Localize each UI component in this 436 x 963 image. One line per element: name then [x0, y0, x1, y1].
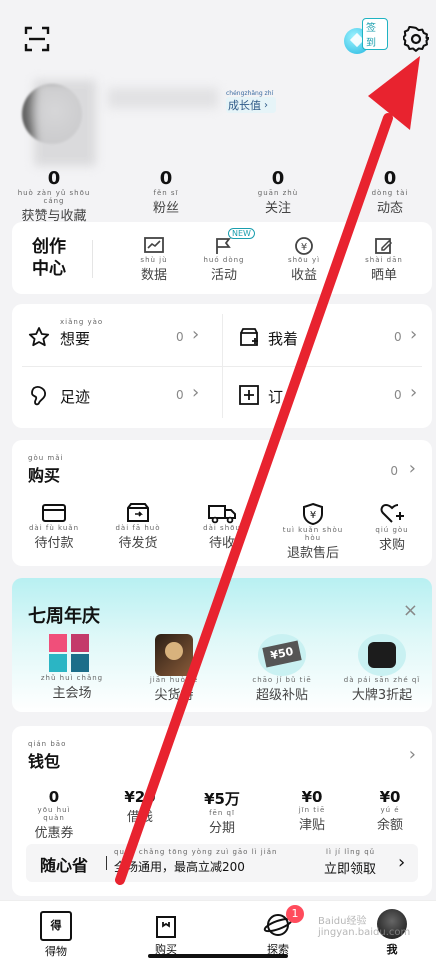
- star-icon: [28, 327, 50, 347]
- subscribe-list-item[interactable]: 订 0 ›: [238, 380, 418, 420]
- chevron-right-icon: ›: [264, 99, 268, 111]
- bag-image: [358, 634, 406, 676]
- flag-icon: [216, 238, 231, 254]
- settings-button[interactable]: [403, 26, 429, 52]
- truck-icon: [208, 505, 236, 524]
- heart-plus-icon: [380, 503, 404, 523]
- growth-value-button[interactable]: chéngzhǎng zhí 成长值 ›: [226, 90, 276, 116]
- baidu-watermark: Baidu经验 jingyan.baidu.com: [318, 916, 411, 938]
- footprint-icon: [31, 386, 46, 406]
- purchase-header[interactable]: gòu mǎi 购买 0 ›: [28, 454, 418, 485]
- chart-icon: [144, 237, 164, 253]
- growth-pinyin: chéngzhǎng zhí: [226, 90, 274, 97]
- chevron-right-icon: ›: [410, 382, 418, 403]
- stat-fans[interactable]: 0 fěn sī 粉丝: [136, 168, 196, 216]
- scan-button[interactable]: [24, 26, 50, 52]
- anniversary-title: 七周年庆: [28, 606, 100, 627]
- subsidy-image: ¥50: [258, 634, 306, 676]
- refund-aftersale-button[interactable]: ¥ tuì kuǎn shòu hòu 退款售后: [276, 502, 350, 561]
- chevron-right-icon: ›: [192, 324, 200, 345]
- growth-label: 成长值: [228, 99, 261, 112]
- shopping-bag-icon: [156, 916, 176, 938]
- stats-row: 0 huò zàn yǔ shōu cáng 获赞与收藏 0 fěn sī 粉丝…: [0, 168, 436, 224]
- tab-dewu[interactable]: 得 得物: [26, 911, 86, 959]
- shield-yen-icon: ¥: [303, 502, 323, 526]
- explore-badge: 1: [286, 905, 304, 923]
- pending-payment-button[interactable]: dài fù kuǎn 待付款: [26, 502, 82, 551]
- card-icon: [42, 504, 66, 522]
- home-indicator: [148, 954, 288, 958]
- new-badge: NEW: [228, 228, 255, 239]
- chevron-right-icon: ›: [398, 852, 406, 873]
- stat-dynamics[interactable]: 0 dòng tài 动态: [360, 168, 420, 216]
- plus-square-icon: [239, 385, 259, 405]
- tab-explore[interactable]: 1 探索: [248, 905, 308, 957]
- pending-receipt-button[interactable]: dài shōu 待收: [192, 502, 252, 551]
- promo-banner[interactable]: 随心省 quán chǎng tōng yòng zuì gāo lì jiǎn…: [26, 844, 418, 882]
- promo-text: 全场通用，最高立减200: [114, 860, 245, 874]
- tab-buy[interactable]: 购买: [136, 911, 196, 957]
- purchase-card: gòu mǎi 购买 0 › dài fù kuǎn 待付款 dài fā hu…: [12, 440, 432, 566]
- close-icon[interactable]: ×: [403, 600, 418, 621]
- pending-shipment-button[interactable]: dài fā huò 待发货: [108, 502, 168, 551]
- chevron-right-icon: ›: [408, 744, 416, 765]
- creator-activity-button[interactable]: NEW huó dòng 活动: [194, 228, 255, 283]
- loan-item[interactable]: ¥20 借钱: [110, 788, 170, 825]
- yen-coin-icon: ¥: [295, 237, 313, 255]
- promo-cta[interactable]: 立即领取: [324, 858, 376, 877]
- username: [108, 88, 218, 108]
- allowance-item[interactable]: ¥0 jīn tiē 津贴: [282, 788, 342, 833]
- my-items-list-item[interactable]: 我着 0 ›: [238, 318, 418, 358]
- gear-icon: [403, 26, 429, 52]
- super-subsidy-button[interactable]: ¥50 chāo jí bǔ tiē 超级补贴: [242, 634, 322, 703]
- wallet-header[interactable]: qián bāo 钱包 ›: [28, 740, 418, 771]
- balance-item[interactable]: ¥0 yú é 余额: [360, 788, 420, 833]
- premium-goods-button[interactable]: jiān huò tè 尖货持: [134, 634, 214, 703]
- brand-discount-button[interactable]: dà pái sān zhé qǐ 大牌3折起: [342, 634, 422, 703]
- stat-following[interactable]: 0 guān zhù 关注: [248, 168, 308, 216]
- phone-image: [155, 634, 193, 676]
- wanted-purchase-button[interactable]: qiú gòu 求购: [364, 502, 420, 553]
- coupon-item[interactable]: 0 yōu huì quàn 优惠券: [26, 788, 82, 841]
- status-bar: [0, 0, 436, 8]
- anniversary-card: 七周年庆 × zhǔ huì chǎng 主会场 jiān huò tè 尖货持…: [12, 578, 432, 712]
- creator-data-button[interactable]: shù jù 数据: [124, 236, 184, 283]
- main-venue-image: [49, 634, 95, 674]
- chevron-right-icon: ›: [408, 458, 416, 479]
- creator-share-button[interactable]: shài dān 晒单: [354, 236, 414, 283]
- installment-item[interactable]: ¥5万 fēn qī 分期: [192, 788, 252, 836]
- dewu-logo-icon: 得: [40, 911, 72, 941]
- promo-brand: 随心省: [40, 856, 89, 875]
- creator-center-card: 创作 中心 shù jù 数据 NEW huó dòng 活动 ¥ shōu y…: [12, 222, 432, 294]
- quick-access-card: xiǎng yào 想要 0 › 我着 0 › 足迹 0 › 订 0 ›: [12, 304, 432, 428]
- signin-button[interactable]: 签到: [340, 18, 388, 60]
- box-icon: [127, 503, 149, 522]
- wallet-card: qián bāo 钱包 › 0 yōu huì quàn 优惠券 ¥20 借钱 …: [12, 726, 432, 896]
- storefront-icon: [240, 328, 258, 346]
- stat-likes[interactable]: 0 huò zàn yǔ shōu cáng 获赞与收藏: [14, 168, 94, 224]
- want-list-item[interactable]: xiǎng yào 想要 0 ›: [28, 318, 208, 358]
- footprint-list-item[interactable]: 足迹 0 ›: [28, 380, 208, 420]
- chevron-right-icon: ›: [192, 382, 200, 403]
- chevron-right-icon: ›: [410, 324, 418, 345]
- creator-center-title[interactable]: 创作 中心: [32, 236, 82, 280]
- creator-income-button[interactable]: ¥ shōu yì 收益: [274, 236, 334, 283]
- avatar-blur-area: [34, 80, 96, 166]
- scan-icon: [24, 26, 50, 52]
- main-venue-button[interactable]: zhǔ huì chǎng 主会场: [32, 634, 112, 701]
- edit-icon: [375, 238, 393, 254]
- svg-text:¥: ¥: [301, 242, 307, 253]
- svg-text:¥: ¥: [310, 510, 316, 521]
- signin-badge: 签到: [362, 18, 388, 50]
